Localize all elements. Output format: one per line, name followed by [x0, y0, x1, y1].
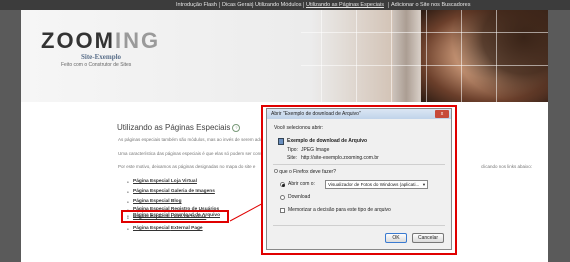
- link-label: Galeria de Imagens: [170, 189, 215, 194]
- download-dialog: Abrir "Exemplo de download de Arquivo" x…: [266, 108, 452, 250]
- dialog-type-label: Tipo:: [287, 147, 298, 153]
- nav-item-dicas-gerais[interactable]: Dicas Gerais: [222, 0, 253, 10]
- dialog-divider: [273, 164, 445, 165]
- dialog-intro: Você selecionou abrir:: [274, 125, 324, 131]
- link-label: Blog: [170, 199, 182, 204]
- header-grid-line: [461, 10, 462, 102]
- logo-text-right: ING: [115, 28, 161, 53]
- instruction-paragraph: Por este motivo, deixamos as páginas des…: [118, 164, 256, 169]
- header-grid-line: [496, 10, 497, 102]
- link-prefix: Página Especial: [133, 226, 171, 231]
- page-heading: Utilizando as Páginas Especiais?: [117, 123, 241, 132]
- logo-text-left: ZOOM: [41, 28, 115, 53]
- header-grid-line: [301, 32, 548, 33]
- nav-item-paginas-especiais[interactable]: Utilizando as Páginas Especiais: [306, 0, 384, 10]
- feature-paragraph: Uma característica das páginas especiais…: [118, 151, 263, 156]
- link-prefix: Página Especial: [133, 189, 171, 194]
- dialog-site-value: http://site-exemplo.zooming.com.br: [301, 155, 379, 161]
- dialog-file-name: Exemplo de download de Arquivo: [287, 138, 368, 144]
- page-heading-text: Utilizando as Páginas Especiais: [117, 123, 231, 132]
- nav-item-utilizando-modulos[interactable]: Utilizando Módulos: [255, 0, 301, 10]
- nav-item-buscadores[interactable]: Adicionar o Site nos Buscadores: [391, 0, 471, 10]
- header-photo-hair: [451, 10, 548, 102]
- download-label[interactable]: Download: [288, 194, 310, 200]
- chevron-down-icon: ▼: [422, 182, 426, 187]
- list-item-external-page[interactable]: Página Especial External Page: [127, 226, 203, 231]
- header-grid-line: [321, 10, 322, 102]
- dialog-title: Abrir "Exemplo de download de Arquivo": [271, 111, 361, 117]
- dialog-type-value: JPEG Image: [301, 147, 330, 153]
- site-subtitle: Feito com o Construtor de Sites: [61, 62, 132, 68]
- highlight-box-download-link: [121, 210, 229, 223]
- header-grid-line: [426, 10, 427, 102]
- list-item-blog[interactable]: Página Especial Blog: [127, 199, 182, 204]
- link-label: Loja Virtual: [170, 179, 197, 184]
- site-title: Site-Exemplo: [81, 53, 122, 61]
- close-button[interactable]: x: [435, 110, 449, 118]
- open-with-radio[interactable]: [280, 182, 285, 187]
- site-header: ZOOMING Site-Exemplo Feito com o Constru…: [21, 10, 548, 102]
- cancel-button[interactable]: Cancelar: [412, 233, 444, 243]
- nav-item-intro-flash[interactable]: Introdução Flash: [176, 0, 217, 10]
- nav-separator: [303, 2, 304, 8]
- instruction-paragraph-end: clicando nos links abaixo:: [481, 164, 533, 169]
- ok-button[interactable]: OK: [385, 233, 407, 243]
- remember-checkbox[interactable]: [280, 208, 285, 213]
- help-icon[interactable]: ?: [232, 123, 241, 132]
- dialog-divider: [273, 225, 445, 226]
- header-grid-line: [391, 10, 392, 102]
- remember-label[interactable]: Memorizar a decisão para este tipo de ar…: [288, 207, 391, 213]
- zooming-logo[interactable]: ZOOMING: [41, 28, 160, 54]
- nav-separator: [388, 2, 389, 8]
- dialog-question: O que o Firefox deve fazer?: [274, 169, 336, 175]
- header-grid-line: [356, 10, 357, 102]
- link-prefix: Página Especial: [133, 179, 171, 184]
- list-item-galeria[interactable]: Página Especial Galeria de Imagens: [127, 189, 215, 194]
- nav-separator: [252, 2, 253, 8]
- header-grid-line: [301, 65, 548, 66]
- top-navigation: Introdução Flash Dicas Gerais Utilizando…: [0, 0, 570, 10]
- intro-paragraph: As páginas especiais também são módulos,…: [118, 137, 263, 142]
- nav-separator: [219, 2, 220, 8]
- link-prefix: Página Especial: [133, 199, 171, 204]
- application-select[interactable]: Visualizador de Fotos do Windows (aplica…: [325, 180, 428, 189]
- application-select-value: Visualizador de Fotos do Windows (aplica…: [328, 182, 420, 187]
- open-with-label[interactable]: Abrir com o:: [288, 181, 315, 187]
- dialog-title-bar: Abrir "Exemplo de download de Arquivo": [267, 109, 451, 119]
- dialog-site-label: Site:: [287, 155, 298, 161]
- list-item-loja-virtual[interactable]: Página Especial Loja Virtual: [127, 179, 197, 184]
- link-label: External Page: [170, 226, 203, 231]
- download-radio[interactable]: [280, 195, 285, 200]
- file-icon: [278, 138, 284, 145]
